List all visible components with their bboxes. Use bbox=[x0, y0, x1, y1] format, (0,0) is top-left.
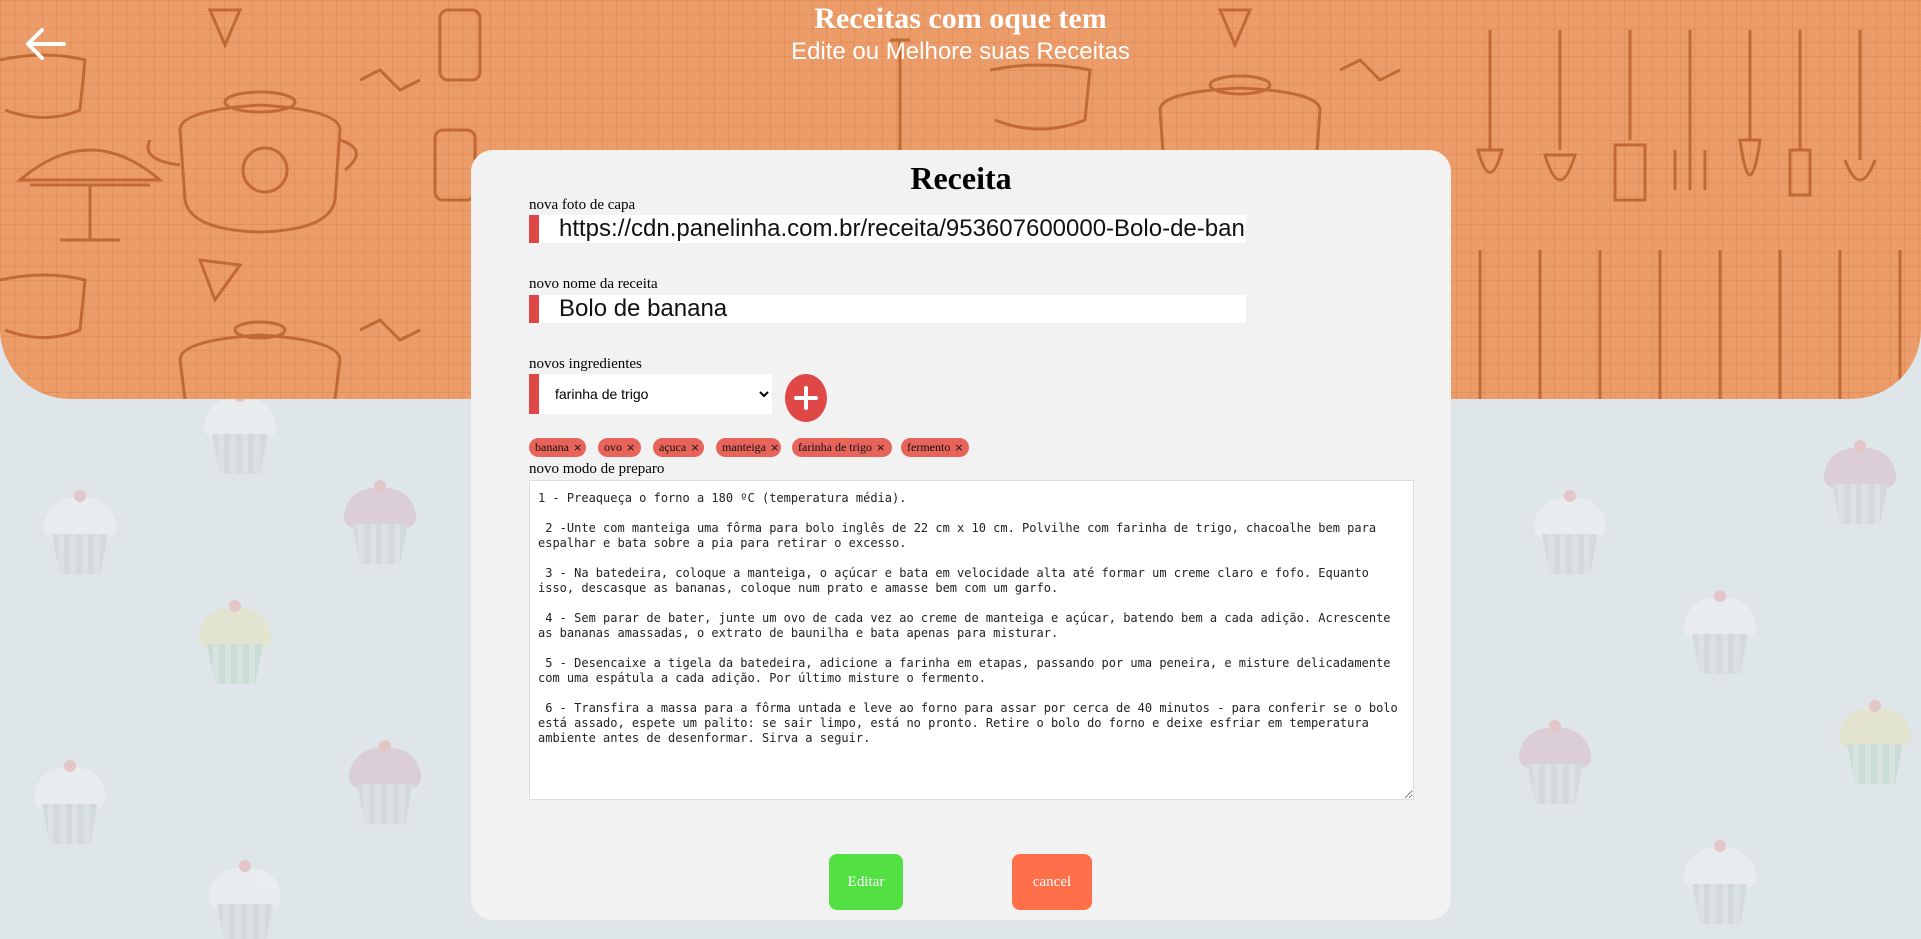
recipe-edit-card: Receita nova foto de capa novo nome da r… bbox=[471, 150, 1451, 920]
remove-icon[interactable]: × bbox=[573, 441, 582, 454]
card-title: Receita bbox=[910, 160, 1012, 196]
ingredient-chip[interactable]: manteiga × bbox=[716, 438, 781, 457]
ingredient-chip[interactable]: banana × bbox=[529, 438, 586, 457]
cupcake-decoration bbox=[40, 490, 120, 580]
app-title: Receitas com oque tem bbox=[814, 2, 1107, 35]
cupcake-decoration bbox=[340, 480, 420, 570]
ingredient-chip[interactable]: fermento × bbox=[901, 438, 969, 457]
recipe-name-input[interactable] bbox=[529, 295, 1246, 323]
ingredient-select-wrapper: farinha de trigo bbox=[529, 374, 772, 414]
remove-icon[interactable]: × bbox=[770, 441, 779, 454]
cancel-button[interactable]: cancel bbox=[1012, 854, 1092, 910]
cupcake-decoration bbox=[200, 390, 280, 480]
cupcake-decoration bbox=[1530, 490, 1610, 580]
cupcake-decoration bbox=[30, 760, 110, 850]
app-subtitle: Edite ou Melhore suas Receitas bbox=[791, 38, 1130, 65]
ingredient-chip[interactable]: açuca × bbox=[653, 438, 704, 457]
cupcake-decoration bbox=[1515, 720, 1595, 810]
remove-icon[interactable]: × bbox=[954, 441, 963, 454]
cupcake-decoration bbox=[195, 600, 275, 690]
cover-photo-label: nova foto de capa bbox=[529, 197, 636, 213]
cupcake-decoration bbox=[205, 860, 285, 939]
cupcake-decoration bbox=[1835, 700, 1915, 790]
arrow-left-icon[interactable] bbox=[22, 24, 68, 64]
remove-icon[interactable]: × bbox=[876, 441, 885, 454]
cupcake-decoration bbox=[345, 740, 425, 830]
ingredient-chip[interactable]: farinha de trigo × bbox=[792, 438, 892, 457]
cupcake-decoration bbox=[1680, 840, 1760, 930]
ingredient-chip[interactable]: ovo × bbox=[598, 438, 641, 457]
remove-icon[interactable]: × bbox=[690, 441, 699, 454]
cover-photo-input[interactable] bbox=[529, 215, 1246, 243]
recipe-name-label: novo nome da receita bbox=[529, 276, 658, 292]
cupcake-decoration bbox=[1820, 440, 1900, 530]
edit-button[interactable]: Editar bbox=[829, 854, 903, 910]
ingredient-select[interactable]: farinha de trigo bbox=[539, 374, 772, 414]
prep-label: novo modo de preparo bbox=[529, 461, 665, 477]
add-ingredient-button[interactable] bbox=[785, 374, 827, 422]
ingredients-label: novos ingredientes bbox=[529, 356, 642, 372]
cupcake-decoration bbox=[1680, 590, 1760, 680]
prep-textarea[interactable]: 1 - Preaqueça o forno a 180 ºC (temperat… bbox=[529, 480, 1414, 800]
remove-icon[interactable]: × bbox=[626, 441, 635, 454]
